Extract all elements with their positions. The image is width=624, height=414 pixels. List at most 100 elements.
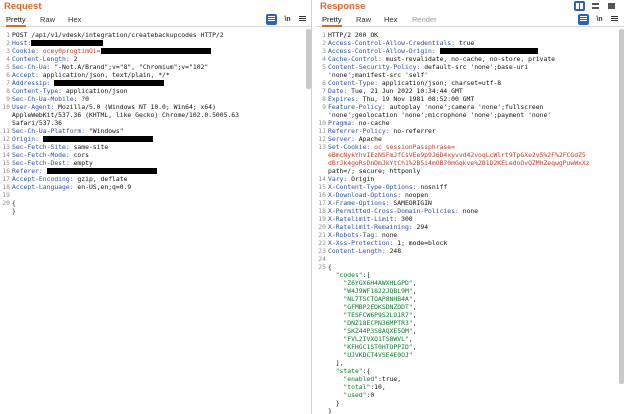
response-scrollbar[interactable] [619,29,624,414]
line-content: Referrer-Policy: no-referrer [328,127,436,135]
code-line: 17 X-Frame-Options: SAMEORIGIN [316,199,624,207]
request-tab-hex[interactable]: Hex [68,15,81,25]
code-line: 'none';manifest-src 'self' [316,71,624,79]
single-pane-button[interactable] [606,1,617,11]
code-text: cors [69,151,89,159]
code-text: default-src 'none';base-uri [420,63,529,71]
pretty-print-icon [580,16,587,17]
line-number: 25 [318,263,326,271]
line-content: Accept-Language: en-US,en;q=0.9 [12,183,131,191]
code-text: 300 [397,215,413,223]
json-string: "TESFCW6P9S2LO1R7" [343,311,413,319]
code-line: "enabled":true, [316,375,624,383]
line-content: Accept: application/json, text/plain, */… [12,71,170,79]
response-pretty-print-button[interactable] [578,14,589,25]
line-number: 2 [6,39,10,47]
code-line: "Z6YGX6H4AWXHLGPD", [316,279,624,287]
request-tab-raw[interactable]: Raw [40,15,55,25]
request-newline-button[interactable]: \n [282,14,293,25]
line-number: 3 [322,47,326,55]
code-text: must-revalidate, no-cache, no-store, pri… [381,55,556,63]
header-name: Content-Length: [12,55,70,63]
code-text: :0 [366,391,375,399]
response-newline-button[interactable]: \n [594,14,605,25]
code-line: 2 Host: [0,39,311,47]
menu-icon [611,16,618,17]
code-line: 11 Referrer-Policy: no-referrer [316,127,624,135]
request-tab-pretty[interactable]: Pretty [6,15,26,27]
line-number: 5 [6,63,10,71]
line-number: 21 [318,231,326,239]
request-scrollbar[interactable] [306,29,311,414]
json-string: "Z6YGX6H4AWXHLGPD" [343,279,413,287]
code-line: 16 Referer: [0,167,311,175]
response-tab-pretty[interactable]: Pretty [322,15,342,27]
code-text: :[ [362,271,371,279]
request-menu-button[interactable] [297,14,308,25]
code-line: "total":10, [316,383,624,391]
line-content: Content-Length: 2 [12,55,77,63]
header-name: Expires: [328,95,359,103]
line-content: "used":0 [328,391,374,399]
menu-icon [299,16,306,17]
line-content: "W4J9WF1822JQBL9M", [328,287,416,295]
response-menu-button[interactable] [609,14,620,25]
header-name: Accept-Encoding: [12,175,74,183]
line-content: Content-Type: application/json; charset=… [328,79,501,87]
code-line: Safari/537.36 [0,119,311,127]
request-title: Request [4,1,42,12]
line-content: Safari/537.36 [12,119,62,127]
code-line: "state":{ [316,367,624,375]
line-content: Feature-Policy: autoplay 'none';camera '… [328,103,543,111]
line-number: 23 [318,247,326,255]
header-name: Cache-Control: [328,55,382,63]
code-line: 7 Addressip: [0,79,311,87]
line-number: 12 [318,135,326,143]
line-number: 8 [6,87,10,95]
line-number: 22 [318,239,326,247]
line-number: 1 [6,31,10,39]
code-line: 4 Content-Length: 2 [0,55,311,63]
code-line: 17 Accept-Encoding: gzip, deflate [0,175,311,183]
code-line: 5 Sec-Ch-Ua: "-Not.A/Brand";v="8", "Chrom… [0,63,311,71]
code-line: "UJVKDCT4VSE4E0OJ" [316,351,624,359]
header-name: X-Content-Type-Options: [328,183,417,191]
header-name: X-Download-Options: [328,191,402,199]
request-editor[interactable]: 1 POST /api/v1/vdesk/integration/createba… [0,29,311,414]
json-string: "UJVKDCT4VSE4E0OJ" [343,351,413,359]
response-tab-raw[interactable]: Raw [356,15,371,25]
split-vertical-button[interactable] [590,1,601,11]
code-line: 10 User-Agent: Mozilla/5.0 (Windows NT 10… [0,103,311,111]
code-text: noopen [401,191,429,199]
code-line: 1 POST /api/v1/vdesk/integration/createba… [0,31,311,39]
code-line: 6 Accept: application/json, text/plain, *… [0,71,311,79]
response-tab-render[interactable]: Render [412,15,437,25]
response-tab-hex[interactable]: Hex [384,15,397,25]
line-number: 14 [2,151,10,159]
code-text: SAMEORIGIN [389,199,432,207]
header-name: Content-Security-Policy: [328,63,421,71]
code-text: , [412,295,417,303]
code-line: 2 Access-Control-Allow-Credentials: true [316,39,624,47]
response-scroll-thumb[interactable] [619,29,624,384]
line-content: Pragma: no-cache [328,119,390,127]
cookie-value: ocey0progtimOi= [38,47,101,55]
request-pretty-print-button[interactable] [266,14,277,25]
code-line: 10 Pragma: no-cache [316,119,624,127]
split-horizontal-button[interactable] [574,1,585,11]
response-editor[interactable]: 1 HTTP/2 200 OK 2 Access-Control-Allow-Cred… [316,29,624,414]
line-number: 19 [318,215,326,223]
header-name: X-Permitted-Cross-Domain-Policies: [328,207,459,215]
code-line: 3 Cookie: ocey0progtimOi= [0,47,311,55]
code-line: 12 Server: Apache [316,135,624,143]
request-scroll-thumb[interactable] [306,29,311,89]
code-line: 5 Content-Security-Policy: default-src 'n… [316,63,624,71]
code-line: 14 Vary: Origin [316,175,624,183]
code-line: path=/; secure; httponly [316,167,624,175]
code-line: 13 Set-Cookie: oc_sessionPassphrase= [316,143,624,151]
